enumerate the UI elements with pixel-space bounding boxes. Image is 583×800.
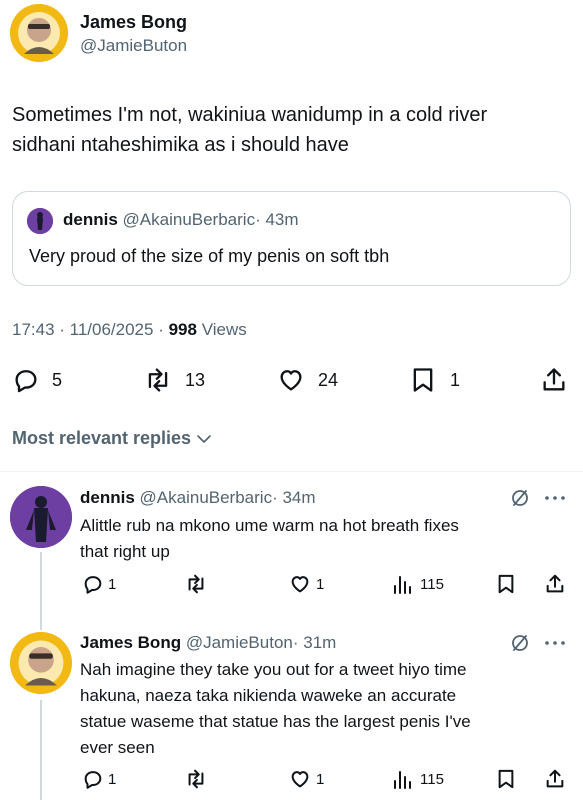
- more-icon: [545, 496, 565, 500]
- grok-icon: [512, 635, 528, 651]
- share-icon: [543, 368, 565, 391]
- chevron-down-icon: [197, 434, 211, 443]
- like-action[interactable]: 1: [288, 768, 324, 790]
- repost-action[interactable]: [184, 768, 208, 790]
- reply-action[interactable]: 5: [12, 366, 62, 394]
- reply-text-line: hakuna, naeza taka nikienda waweke an ac…: [80, 686, 457, 705]
- like-count: 24: [318, 369, 339, 390]
- tweet-meta: 17:43 · 11/06/2025 · 998 Views: [12, 320, 247, 340]
- reply-thread-line: [40, 552, 42, 630]
- tweet-timestamp[interactable]: 17:43 · 11/06/2025 ·: [12, 320, 164, 339]
- share-icon: [546, 769, 564, 788]
- reply-text: Nah imagine they take you out for a twee…: [80, 657, 471, 761]
- reply-author-handle[interactable]: @AkainuBerbaric: [140, 488, 273, 507]
- quote-author-avatar: [27, 208, 53, 234]
- like-icon: [280, 370, 302, 391]
- reply-count: 1: [108, 770, 117, 788]
- share-action[interactable]: [544, 573, 566, 595]
- reply-header: James Bong @JamieButon· 31m: [80, 633, 336, 653]
- share-action[interactable]: [544, 768, 566, 790]
- views-action[interactable]: 115: [392, 768, 444, 790]
- reply-author-name[interactable]: dennis: [80, 488, 135, 507]
- bookmark-action[interactable]: 1: [410, 366, 460, 394]
- reply-icon: [15, 370, 37, 393]
- like-icon: [291, 771, 309, 788]
- quote-header: dennis @AkainuBerbaric· 43m: [63, 210, 299, 230]
- author-avatar-image: [10, 4, 68, 62]
- reply-text-line: Nah imagine they take you out for a twee…: [80, 660, 467, 679]
- like-action[interactable]: 24: [276, 366, 338, 394]
- reply-author-name[interactable]: James Bong: [80, 633, 181, 652]
- views-count: 115: [420, 575, 444, 593]
- reply-avatar[interactable]: [10, 486, 72, 548]
- grok-icon: [512, 490, 528, 506]
- more-button[interactable]: [544, 639, 566, 647]
- repost-action[interactable]: 13: [143, 366, 205, 394]
- like-count: 1: [316, 575, 325, 593]
- reply-avatar[interactable]: [10, 632, 72, 694]
- replies-sort-dropdown[interactable]: Most relevant replies: [12, 428, 213, 449]
- reply-text-line: statue waseme that statue has the larges…: [80, 712, 471, 731]
- reply-time: · 34m: [272, 488, 316, 507]
- reply-text-line: Alittle rub na mkono ume warm na hot bre…: [80, 516, 459, 535]
- reply-time: · 31m: [292, 633, 337, 652]
- views-action[interactable]: 115: [392, 573, 444, 595]
- tweet-text-line: Sometimes I'm not, wakiniua wanidump in …: [12, 104, 488, 126]
- share-action[interactable]: [540, 366, 568, 394]
- tweet-text: Sometimes I'm not, wakiniua wanidump in …: [12, 100, 487, 160]
- like-count: 1: [316, 770, 325, 788]
- reply-text: Alittle rub na mkono ume warm na hot bre…: [80, 513, 459, 565]
- share-icon: [546, 574, 564, 593]
- views-icon: [394, 576, 411, 594]
- reply-action[interactable]: 1: [82, 573, 116, 595]
- repost-icon: [148, 368, 168, 392]
- author-handle[interactable]: @JamieButon: [80, 36, 187, 56]
- reply-icon: [84, 771, 102, 789]
- quote-text: Very proud of the size of my penis on so…: [29, 246, 390, 266]
- views-count: 115: [420, 770, 444, 788]
- like-icon: [291, 576, 309, 593]
- repost-count: 13: [185, 369, 206, 390]
- bookmark-icon: [498, 769, 514, 789]
- quote-avatar-image: [27, 208, 53, 234]
- reply-icon: [84, 576, 102, 594]
- repost-icon: [188, 574, 204, 594]
- reply-thread-line: [40, 700, 42, 800]
- quote-tweet-card[interactable]: dennis @AkainuBerbaric· 43m Very proud o…: [12, 191, 571, 286]
- quote-time: · 43m: [255, 210, 299, 229]
- reply-action[interactable]: 1: [82, 768, 116, 790]
- views-count: 998: [168, 320, 197, 339]
- grok-button[interactable]: [510, 488, 530, 508]
- reply-text-line: that right up: [80, 542, 170, 561]
- more-button[interactable]: [544, 494, 566, 502]
- reply-header: dennis @AkainuBerbaric· 34m: [80, 488, 316, 508]
- like-action[interactable]: 1: [288, 573, 324, 595]
- bookmark-action[interactable]: [496, 573, 516, 595]
- replies-sort-label: Most relevant replies: [12, 428, 192, 448]
- author-name[interactable]: James Bong: [80, 12, 187, 33]
- reply-avatar-image: [10, 486, 72, 548]
- author-avatar[interactable]: [10, 4, 68, 62]
- more-icon: [545, 641, 565, 645]
- reply-text-line: ever seen: [80, 738, 155, 757]
- reply-count: 5: [52, 369, 63, 390]
- views-icon: [394, 771, 411, 789]
- divider: [0, 471, 583, 472]
- quote-author-handle: @AkainuBerbaric: [122, 210, 256, 229]
- reply-count: 1: [108, 575, 117, 593]
- reply-avatar-image: [10, 632, 72, 694]
- bookmark-icon: [498, 574, 514, 594]
- repost-action[interactable]: [184, 573, 208, 595]
- bookmark-action[interactable]: [496, 768, 516, 790]
- reply-author-handle[interactable]: @JamieButon: [186, 633, 293, 652]
- quote-author-name: dennis: [63, 210, 118, 229]
- tweet-text-line: sidhani ntaheshimika as i should have: [12, 134, 349, 156]
- bookmark-count: 1: [450, 369, 461, 390]
- views-label: Views: [201, 320, 247, 339]
- grok-button[interactable]: [510, 633, 530, 653]
- repost-icon: [188, 769, 204, 789]
- bookmark-icon: [413, 368, 433, 392]
